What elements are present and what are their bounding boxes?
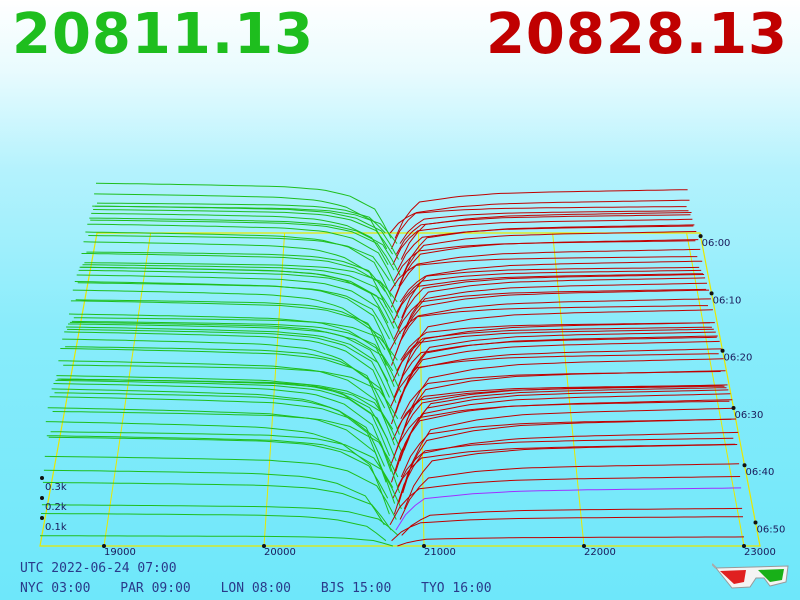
ask-depth-line [394,189,688,239]
time-tick-label: 06:50 [757,525,786,536]
depth-chart: 19000 20000 21000 22000 23000 06:00 06:10 06:20… [39,182,786,558]
3d-glasses-icon[interactable] [712,560,792,592]
time-tick-label: 06:10 [713,295,742,306]
timezone-tyo: TYO 16:00 [421,581,492,596]
ask-depth-line [397,536,745,547]
price-gridline [103,232,152,547]
ask-depth-line [395,393,731,472]
price-tick-label: 22000 [584,547,616,558]
bid-depth-line [82,264,394,313]
utc-timestamp: UTC 2022-06-24 07:00 [20,561,177,576]
volume-tick-dot [40,476,44,480]
ask-depth-line [399,335,718,403]
bid-depth-line [65,346,386,409]
ask-depth-line [399,463,740,520]
timezone-lon: LON 08:00 [220,581,292,596]
time-tick-label: 06:20 [724,353,753,364]
bid-depth-line [55,379,397,462]
timezone-par: PAR 09:00 [120,581,191,596]
price-tick-label: 19000 [104,547,136,558]
depth-curves [39,182,745,547]
bid-depth-line [54,392,385,467]
bid-depth-line [52,411,399,478]
timezone-nyc: NYC 03:00 [20,581,91,596]
bid-depth-line [44,455,397,520]
time-tick-label: 06:40 [746,467,775,478]
ask-depth-line [403,444,738,509]
volume-tick-label: 0.3k [45,482,67,493]
price-tick-label: 20000 [264,547,296,558]
bid-depth-line [45,421,390,515]
ask-depth-line [402,407,735,494]
time-tick-label: 06:00 [702,238,731,249]
volume-tick-dot [40,496,44,500]
timezone-bjs: BJS 15:00 [320,581,392,596]
ask-depth-line [398,418,737,504]
bid-depth-line [94,193,388,250]
bid-depth-line [59,378,389,441]
bid-depth-line [41,504,399,536]
price-tick-label: 23000 [744,547,776,558]
bid-depth-line [49,396,401,494]
time-tick-label: 06:30 [735,410,764,421]
bid-depth-line [39,535,394,547]
timezone-row: NYC 03:00 PAR 09:00 LON 08:00 BJS 15:00 … [20,581,514,596]
price-tick-label: 21000 [424,547,456,558]
bid-depth-line [63,364,399,419]
bid-depth-line [43,469,385,526]
ask-depth-line [401,507,743,536]
volume-tick-dot [40,516,44,520]
bid-depth-line [48,436,389,499]
volume-tick-label: 0.1k [45,522,67,533]
volume-tick-label: 0.2k [45,502,67,513]
bid-depth-line [47,407,396,504]
bid-depth-line [61,378,394,430]
bid-depth-line [46,435,402,510]
price-gridline [686,232,745,547]
